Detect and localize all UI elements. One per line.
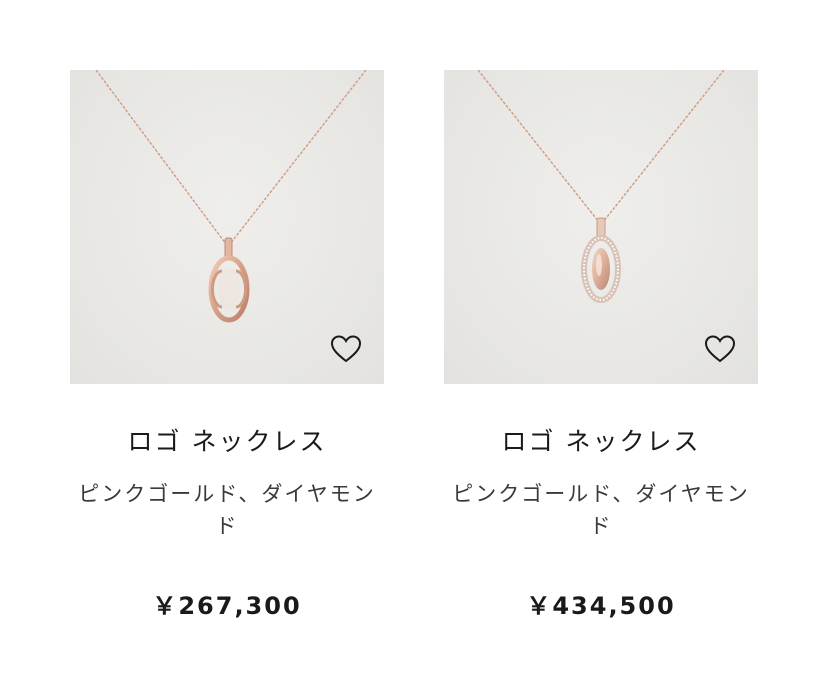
product-name[interactable]: ロゴ ネックレス: [444, 424, 758, 460]
product-price: ￥434,500: [526, 592, 676, 620]
product-material: ピンクゴールド、ダイヤモンド: [78, 482, 376, 538]
product-image[interactable]: [444, 70, 758, 384]
heart-outline-icon[interactable]: [704, 334, 736, 364]
product-image[interactable]: [70, 70, 384, 384]
product-name[interactable]: ロゴ ネックレス: [70, 424, 384, 460]
product-price: ￥267,300: [152, 592, 302, 620]
heart-outline-icon[interactable]: [330, 334, 362, 364]
product-material: ピンクゴールド、ダイヤモンド: [452, 482, 750, 538]
product-grid: ロゴ ネックレス ピンクゴールド、ダイヤモンド ￥267,300 ロゴ ネックレ…: [0, 0, 827, 694]
